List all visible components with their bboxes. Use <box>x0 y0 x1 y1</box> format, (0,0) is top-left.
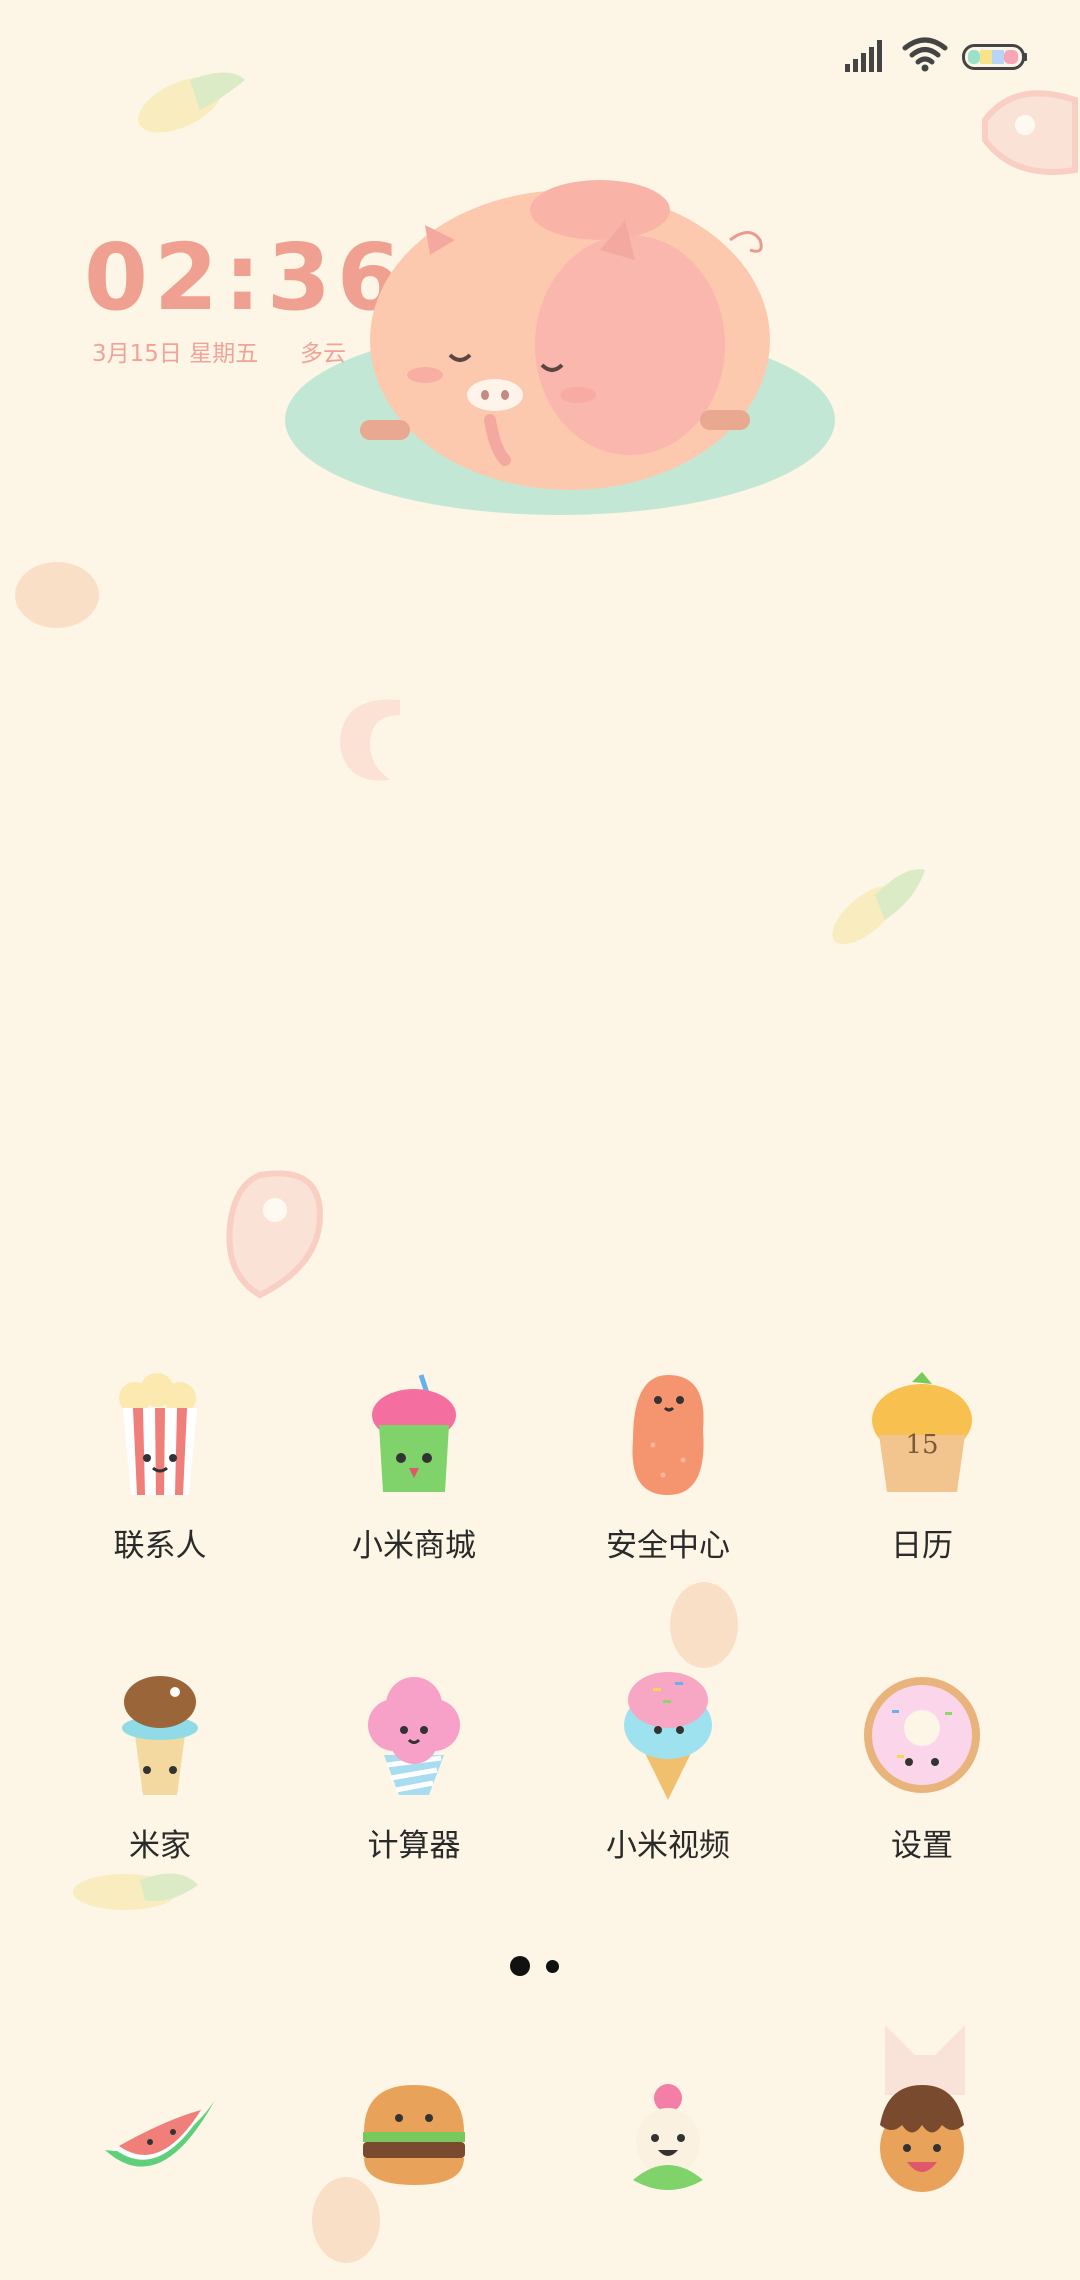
flower-sprout-icon <box>633 2084 703 2190</box>
app-calculator[interactable]: 计算器 <box>314 1670 514 1910</box>
bean-icon <box>603 1370 733 1500</box>
app-label: 日历 <box>891 1528 953 1564</box>
meat-decoration <box>975 80 1080 194</box>
bread-decoration <box>14 560 100 634</box>
popcorn-icon <box>95 1370 225 1500</box>
page-dot-active[interactable] <box>510 1956 530 1976</box>
sleeping-pig-illustration <box>280 170 840 520</box>
watermelon-icon <box>105 2100 215 2167</box>
app-mijia[interactable]: 米家 <box>60 1670 260 1910</box>
dock-app-phone[interactable] <box>95 2070 225 2200</box>
app-contacts[interactable]: 联系人 <box>60 1370 260 1610</box>
donut-icon <box>857 1670 987 1800</box>
sprinkle-cone-icon <box>603 1670 733 1800</box>
app-label: 小米视频 <box>606 1828 730 1864</box>
page-indicator[interactable] <box>510 1955 570 1979</box>
burger-icon <box>363 2085 465 2185</box>
ice-cream-cone-icon <box>95 1670 225 1800</box>
calendar-date-badge: 15 <box>905 1430 939 1460</box>
app-settings[interactable]: 设置 <box>822 1670 1022 1910</box>
shrimp-decoration <box>330 690 420 794</box>
signal-bars-icon <box>845 38 889 72</box>
page-dot[interactable] <box>546 1960 559 1973</box>
app-label: 安全中心 <box>606 1528 730 1564</box>
cotton-candy-icon <box>349 1670 479 1800</box>
app-mi-store[interactable]: 小米商城 <box>314 1370 514 1610</box>
app-label: 计算器 <box>367 1828 461 1864</box>
app-mi-video[interactable]: 小米视频 <box>568 1670 768 1910</box>
corn-decoration <box>130 60 250 144</box>
dock-app-camera[interactable] <box>857 2070 987 2200</box>
app-label: 小米商城 <box>352 1528 476 1564</box>
app-label: 设置 <box>891 1828 953 1864</box>
wifi-icon <box>902 36 948 72</box>
dock-app-browser[interactable] <box>603 2070 733 2200</box>
clock-date: 3月15日 星期五 <box>92 341 259 367</box>
app-calendar[interactable]: 15 日历 <box>822 1370 1022 1610</box>
meat-decoration-2 <box>220 1165 330 1309</box>
cupcake-icon <box>349 1370 479 1500</box>
choco-muffin-icon <box>880 2085 964 2192</box>
corn-decoration-2 <box>820 860 930 954</box>
app-security[interactable]: 安全中心 <box>568 1370 768 1610</box>
app-label: 联系人 <box>113 1528 207 1564</box>
calendar-cupcake-icon: 15 <box>857 1370 987 1500</box>
battery-icon <box>962 44 1028 70</box>
dock-app-messages[interactable] <box>349 2070 479 2200</box>
app-label: 米家 <box>129 1828 191 1864</box>
